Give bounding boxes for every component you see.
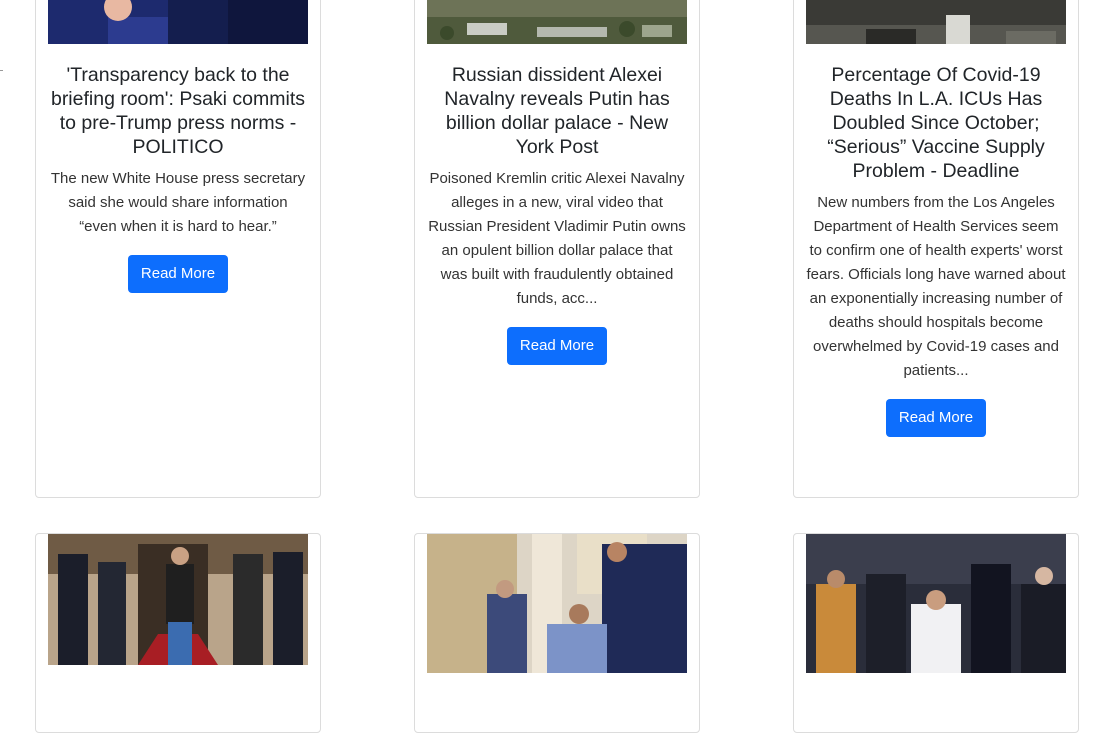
card-description: The new White House press secretary said… bbox=[50, 170, 306, 235]
news-image-1[interactable] bbox=[48, 0, 308, 44]
card-title: 'Transparency back to the briefing room'… bbox=[50, 64, 306, 158]
card-title: Percentage Of Covid-19 Deaths In L.A. IC… bbox=[827, 64, 1045, 182]
news-image-6[interactable] bbox=[806, 534, 1066, 673]
news-card-4 bbox=[35, 533, 321, 733]
news-card-6 bbox=[793, 533, 1079, 733]
news-image-4[interactable] bbox=[48, 534, 308, 665]
news-card-3: Percentage Of Covid-19 Deaths In L.A. IC… bbox=[793, 0, 1079, 498]
edge-mark bbox=[0, 70, 3, 71]
news-image-3[interactable] bbox=[806, 0, 1066, 44]
read-more-button[interactable]: Read More bbox=[506, 327, 608, 365]
read-more-button[interactable]: Read More bbox=[127, 255, 229, 293]
news-card-5 bbox=[414, 533, 700, 733]
card-title: Russian dissident Alexei Navalny reveals… bbox=[444, 64, 670, 158]
read-more-button[interactable]: Read More bbox=[885, 399, 987, 437]
card-description: New numbers from the Los Angeles Departm… bbox=[806, 194, 1066, 379]
news-card-2: Russian dissident Alexei Navalny reveals… bbox=[414, 0, 700, 498]
news-card-1: 'Transparency back to the briefing room'… bbox=[35, 0, 321, 498]
card-description: Poisoned Kremlin critic Alexei Navalny a… bbox=[428, 170, 686, 307]
news-image-2[interactable] bbox=[427, 0, 687, 44]
news-image-5[interactable] bbox=[427, 534, 687, 673]
